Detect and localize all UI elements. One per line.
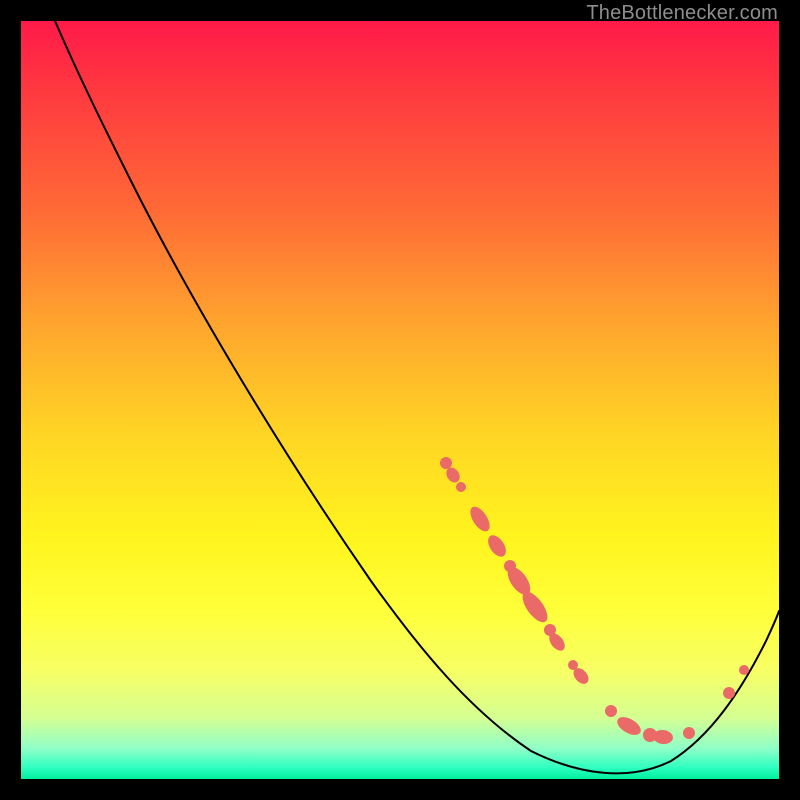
- chart-svg: [21, 21, 779, 779]
- attribution-label: TheBottlenecker.com: [586, 2, 778, 25]
- chart-plot-area: [21, 21, 779, 779]
- curve-markers: [440, 457, 749, 745]
- chart-frame: TheBottlenecker.com: [0, 0, 800, 800]
- bottleneck-curve: [55, 21, 779, 773]
